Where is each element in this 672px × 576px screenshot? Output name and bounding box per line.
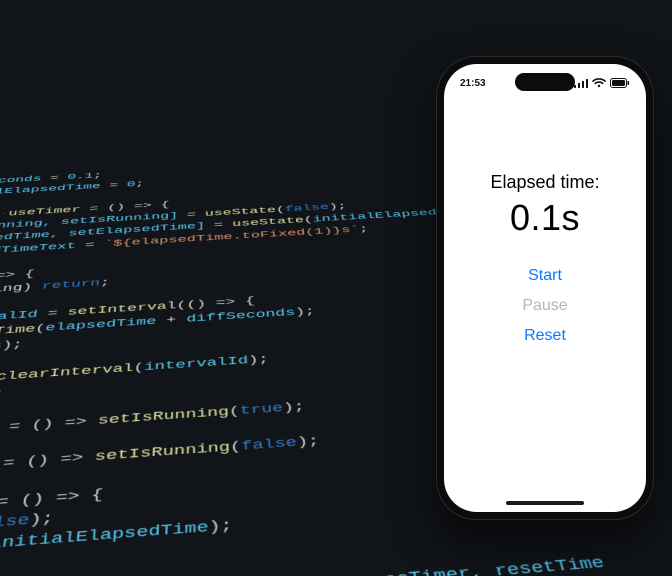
timer-app: Elapsed time: 0.1s Start Pause Reset xyxy=(444,102,646,512)
phone-mockup: 21:53 Elapsed time: 0.1s Start Pause Res… xyxy=(436,56,654,520)
signal-icon xyxy=(574,79,588,88)
elapsed-time-value: 0.1s xyxy=(510,197,580,239)
dynamic-island xyxy=(515,73,575,91)
reset-button[interactable]: Reset xyxy=(524,321,566,351)
battery-icon xyxy=(610,78,630,88)
elapsed-time-label: Elapsed time: xyxy=(490,172,599,193)
phone-screen: 21:53 Elapsed time: 0.1s Start Pause Res… xyxy=(444,64,646,512)
wifi-icon xyxy=(592,78,606,88)
status-time: 21:53 xyxy=(460,78,486,89)
pause-button: Pause xyxy=(522,291,567,321)
start-button[interactable]: Start xyxy=(528,261,562,291)
home-indicator xyxy=(506,501,584,505)
